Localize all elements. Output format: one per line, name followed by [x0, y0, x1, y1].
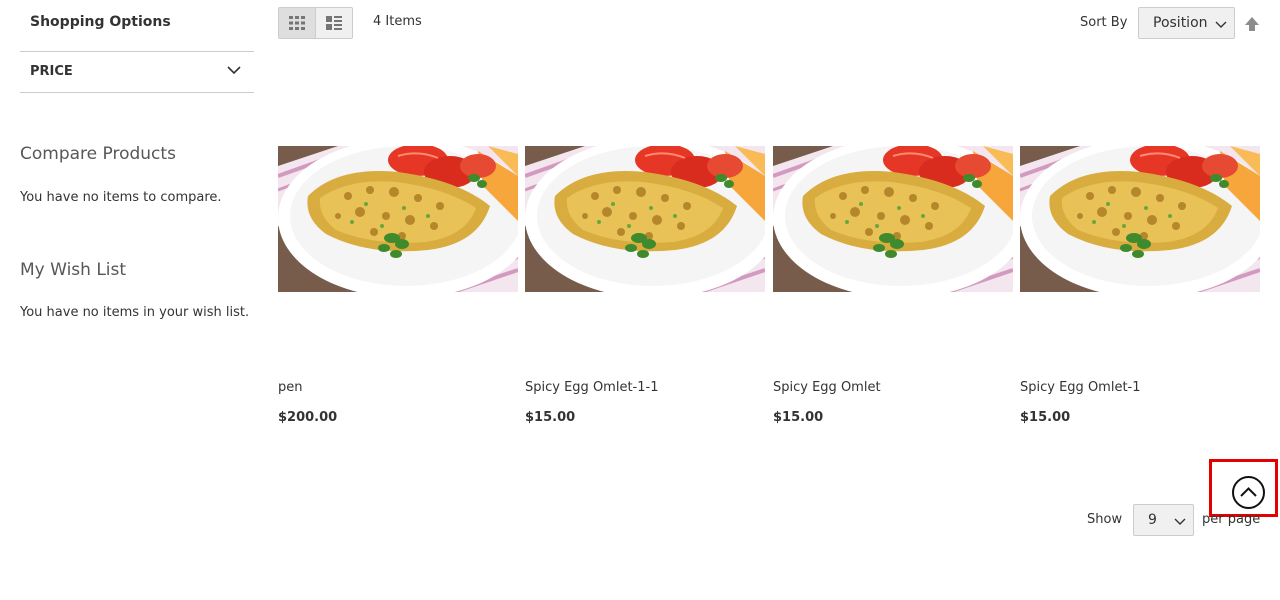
scroll-up-circle	[1232, 476, 1265, 509]
product-image[interactable]	[278, 146, 518, 292]
filter-title: Shopping Options	[30, 14, 171, 30]
product-name-link[interactable]: Spicy Egg Omlet	[773, 380, 881, 395]
product-price: $15.00	[773, 410, 824, 425]
sort-by-select[interactable]: Position	[1138, 7, 1235, 39]
product-image[interactable]	[773, 146, 1013, 292]
list-icon	[325, 16, 342, 30]
product-price: $15.00	[1020, 410, 1071, 425]
sort-direction-arrow-icon[interactable]	[1244, 16, 1260, 32]
price-filter-label: PRICE	[30, 64, 73, 79]
product-item: Spicy Egg Omlet-1 $15.00	[1020, 146, 1260, 425]
grid-view-button[interactable]	[279, 8, 316, 38]
grid-icon	[288, 16, 305, 30]
limiter-value: 9	[1148, 512, 1157, 528]
chevron-down-icon	[1215, 21, 1227, 28]
product-price: $15.00	[525, 410, 576, 425]
wishlist-heading: My Wish List	[20, 260, 127, 280]
limiter-select[interactable]: 9	[1133, 504, 1194, 536]
sort-by-value: Position	[1153, 15, 1208, 31]
price-filter-toggle[interactable]: PRICE	[20, 51, 254, 93]
view-mode-switcher	[278, 7, 353, 39]
toolbar-amount: 4 Items	[373, 14, 422, 29]
scroll-to-top-button[interactable]	[1209, 459, 1278, 517]
product-name-link[interactable]: Spicy Egg Omlet-1	[1020, 380, 1141, 395]
chevron-up-icon	[1240, 487, 1257, 497]
product-image[interactable]	[1020, 146, 1260, 292]
product-price: $200.00	[278, 410, 338, 425]
compare-empty-text: You have no items to compare.	[20, 190, 222, 205]
product-name-link[interactable]: Spicy Egg Omlet-1-1	[525, 380, 658, 395]
list-view-button[interactable]	[315, 8, 352, 38]
limiter-show-label: Show	[1087, 512, 1123, 527]
wishlist-empty-text: You have no items in your wish list.	[20, 305, 250, 320]
product-item: pen $200.00	[278, 146, 518, 425]
limiter-per-page-label: per page	[1202, 512, 1261, 527]
chevron-down-icon	[227, 66, 241, 75]
sort-by-label: Sort By	[1080, 15, 1128, 30]
product-item: Spicy Egg Omlet-1-1 $15.00	[525, 146, 765, 425]
product-item: Spicy Egg Omlet $15.00	[773, 146, 1013, 425]
product-name-link[interactable]: pen	[278, 380, 303, 395]
chevron-down-icon	[1174, 518, 1186, 525]
product-image[interactable]	[525, 146, 765, 292]
compare-heading: Compare Products	[20, 144, 176, 164]
